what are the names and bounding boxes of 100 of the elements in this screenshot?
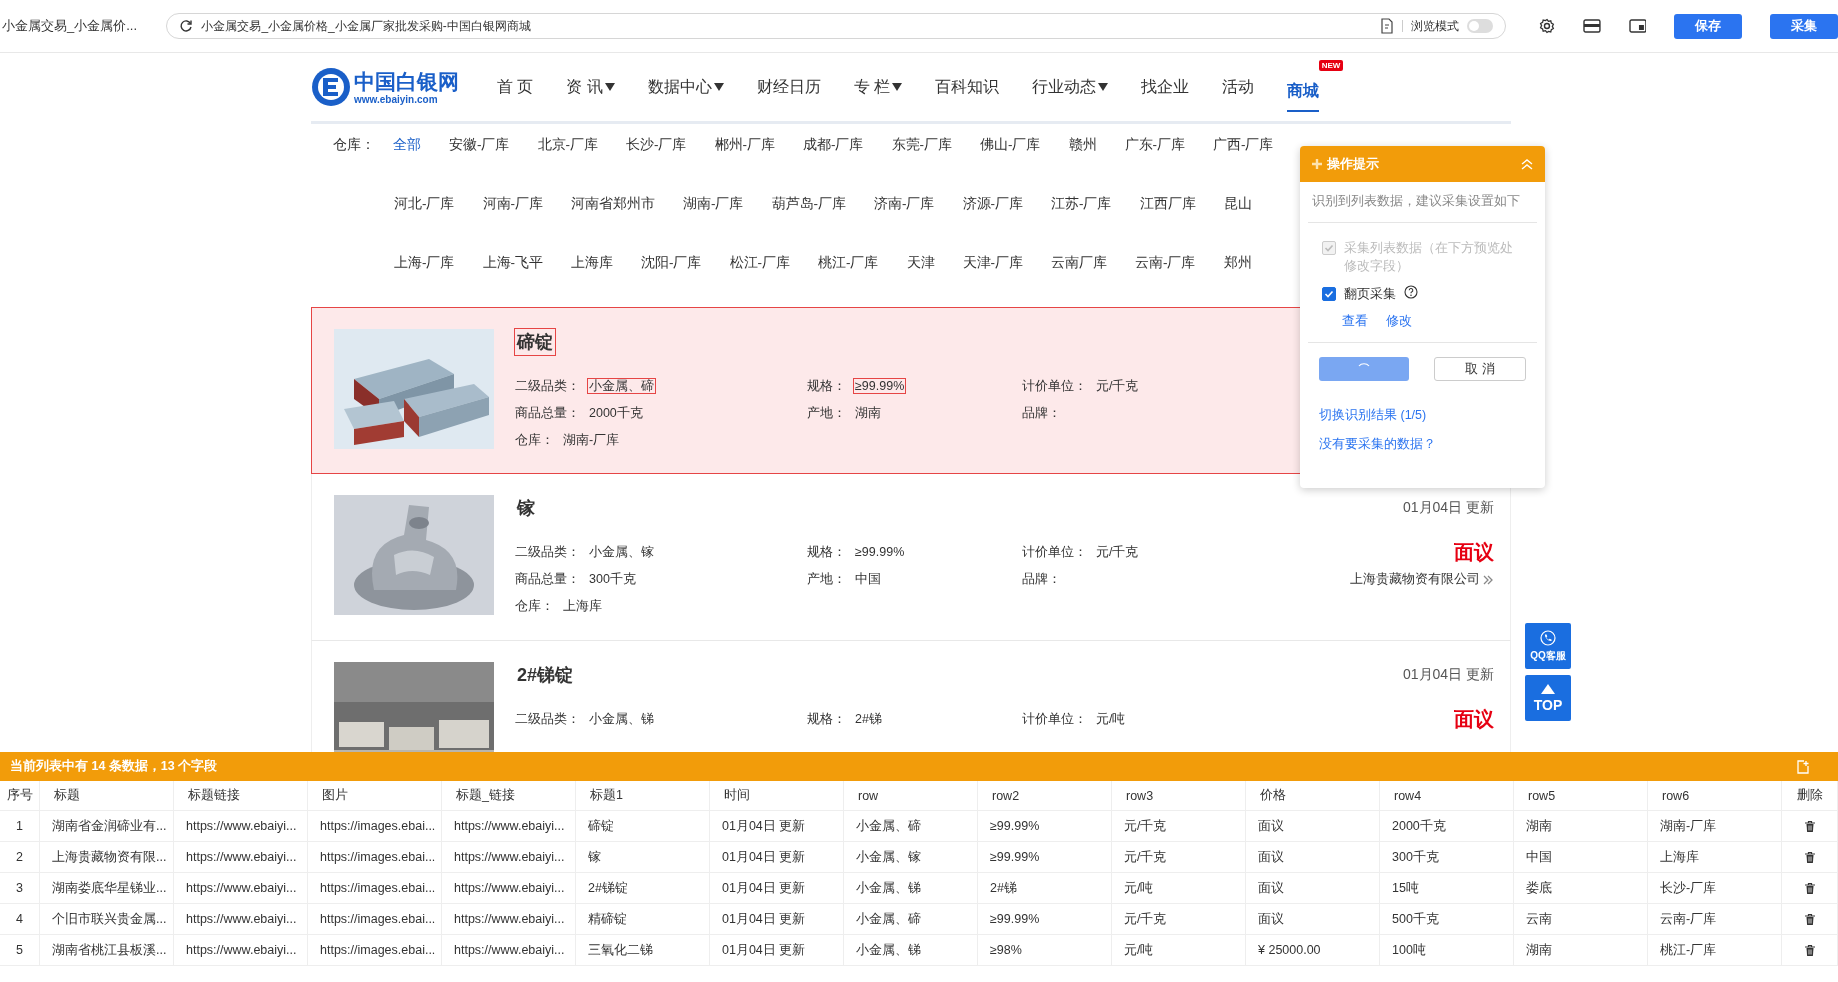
table-cell: https://www.ebaiyi...	[442, 811, 576, 842]
table-cell: 2#锑	[978, 873, 1112, 904]
product-title[interactable]: 碲锭	[515, 329, 555, 355]
filter-option[interactable]: 上海-厂库	[394, 254, 455, 272]
filter-option[interactable]: 江苏-厂库	[1051, 195, 1112, 213]
filter-option[interactable]: 河南省郑州市	[571, 195, 655, 213]
company-link[interactable]: 上海贵藏物资有限公司	[1350, 566, 1494, 593]
nav-link[interactable]: 活动	[1222, 53, 1255, 121]
filter-option[interactable]: 松江-厂库	[729, 254, 790, 272]
summary-text: 当前列表中有 14 条数据，13 个字段	[10, 758, 218, 775]
reload-icon[interactable]	[179, 19, 194, 33]
spinner-icon	[1358, 361, 1370, 367]
caret-down-icon[interactable]	[604, 83, 615, 91]
hint-text: 识别到列表数据，建议采集设置如下	[1308, 182, 1537, 223]
nav-link[interactable]: 专 栏	[853, 53, 903, 121]
filter-option[interactable]: 葫芦岛-厂库	[771, 195, 846, 213]
nav-link[interactable]: 资 讯	[566, 53, 615, 121]
table-cell: https://images.ebai...	[308, 811, 442, 842]
tab-title[interactable]: 小金属交易_小金属价...	[0, 17, 142, 35]
table-cell: 5	[0, 935, 40, 966]
product-title[interactable]: 2#锑锭	[515, 662, 576, 688]
column-header: 标题	[40, 781, 174, 811]
float-button[interactable]: QQ客服	[1525, 623, 1571, 669]
up-triangle-icon	[1541, 683, 1555, 694]
filter-option[interactable]: 江西厂库	[1139, 195, 1196, 213]
filter-option[interactable]: 河北-厂库	[394, 195, 455, 213]
filter-option[interactable]: 沈阳-厂库	[641, 254, 702, 272]
filter-option[interactable]: 赣州	[1068, 136, 1097, 154]
trash-icon[interactable]	[1803, 819, 1816, 833]
filter-option[interactable]: 安徽-厂库	[449, 136, 510, 154]
table-cell: https://images.ebai...	[308, 935, 442, 966]
filter-option[interactable]: 长沙-厂库	[626, 136, 687, 154]
cancel-button[interactable]: 取 消	[1434, 357, 1526, 381]
card-icon[interactable]	[1582, 19, 1601, 33]
nav-link[interactable]: 百科知识	[935, 53, 1000, 121]
caret-down-icon[interactable]	[892, 83, 903, 91]
filter-option[interactable]: 上海-飞平	[482, 254, 543, 272]
table-cell: ≥99.99%	[978, 811, 1112, 842]
table-cell: 元/吨	[1112, 935, 1246, 966]
table-cell: 碲锭	[576, 811, 710, 842]
help-icon[interactable]	[1404, 285, 1418, 299]
window-icon[interactable]	[1628, 19, 1647, 33]
field-label: 商品总量：	[515, 572, 580, 586]
filter-option[interactable]: 北京-厂库	[537, 136, 598, 154]
nav-link[interactable]: 行业动态	[1032, 53, 1109, 121]
link[interactable]: 修改	[1386, 313, 1412, 330]
nav-link[interactable]: 财经日历	[756, 53, 821, 121]
trash-icon[interactable]	[1803, 943, 1816, 957]
filter-option[interactable]: 昆山	[1223, 195, 1252, 213]
filter-option[interactable]: 成都-厂库	[803, 136, 864, 154]
filter-option[interactable]: 桃江-厂库	[818, 254, 879, 272]
link[interactable]: 查看	[1342, 313, 1368, 330]
column-header: 标题_链接	[442, 781, 576, 811]
filter-option[interactable]: 上海库	[571, 254, 613, 272]
filter-option[interactable]: 济南-厂库	[874, 195, 935, 213]
table-cell: 小金属、碲	[844, 904, 978, 935]
filter-option[interactable]: 济源-厂库	[962, 195, 1023, 213]
settings-icon[interactable]	[1538, 18, 1555, 34]
action-button[interactable]: 保存	[1674, 13, 1743, 39]
float-button[interactable]: TOP	[1525, 675, 1571, 721]
filter-option[interactable]: 广西-厂库	[1213, 136, 1274, 154]
checkbox[interactable]	[1322, 287, 1336, 301]
trash-icon[interactable]	[1803, 850, 1816, 864]
filter-option[interactable]: 佛山-厂库	[980, 136, 1041, 154]
nav-link[interactable]: 商城	[1287, 64, 1320, 112]
table-cell: https://www.ebaiyi...	[174, 904, 308, 935]
column-header: 标题链接	[174, 781, 308, 811]
caret-down-icon[interactable]	[713, 83, 724, 91]
filter-option[interactable]: 广东-厂库	[1124, 136, 1185, 154]
filter-option[interactable]: 河南-厂库	[482, 195, 543, 213]
table-cell: 中国	[1514, 842, 1648, 873]
filter-option[interactable]: 东莞-厂库	[891, 136, 952, 154]
filter-option[interactable]: 湖南-厂库	[683, 195, 744, 213]
caret-down-icon[interactable]	[1098, 83, 1109, 91]
trash-icon[interactable]	[1803, 881, 1816, 895]
table-cell: 100吨	[1380, 935, 1514, 966]
filter-option[interactable]: 天津-厂库	[962, 254, 1023, 272]
nav-link[interactable]: 找企业	[1141, 53, 1190, 121]
field-label: 规格：	[807, 379, 846, 393]
field-value: 元/千克	[1095, 379, 1140, 393]
filter-option[interactable]: 郑州	[1223, 254, 1252, 272]
column-header: 删除	[1782, 781, 1838, 811]
filter-option[interactable]: 云南-厂库	[1135, 254, 1196, 272]
mode-toggle[interactable]	[1466, 19, 1493, 33]
filter-option[interactable]: 天津	[906, 254, 935, 272]
action-button[interactable]: 采集	[1770, 13, 1838, 39]
logo-icon[interactable]	[311, 67, 351, 107]
document-icon[interactable]	[1379, 18, 1394, 34]
table-cell: 小金属、镓	[844, 842, 978, 873]
filter-option[interactable]: 郴州-厂库	[714, 136, 775, 154]
table-cell: https://images.ebai...	[308, 904, 442, 935]
nav-link[interactable]: 数据中心	[647, 53, 724, 121]
field-value: 小金属、镓	[588, 545, 655, 559]
table-cell: 上海库	[1648, 842, 1782, 873]
filter-option[interactable]: 全部	[393, 136, 421, 154]
product-title[interactable]: 镓	[515, 495, 537, 521]
filter-option[interactable]: 云南厂库	[1051, 254, 1107, 272]
double-chevron-icon	[1482, 573, 1494, 586]
nav-link[interactable]: 首 页	[497, 53, 534, 121]
trash-icon[interactable]	[1803, 912, 1816, 926]
